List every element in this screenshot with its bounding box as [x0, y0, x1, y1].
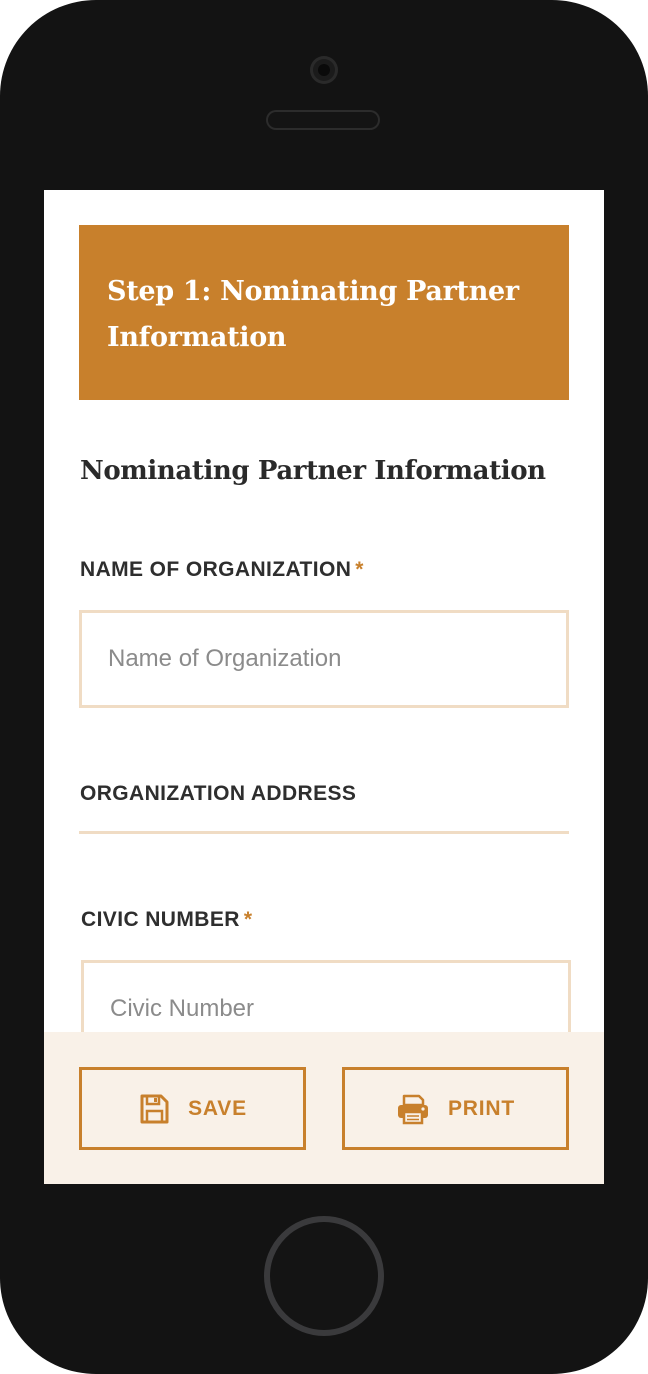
- floppy-disk-icon: [138, 1093, 170, 1125]
- form-action-bar: SAVE PRINT: [44, 1032, 604, 1184]
- phone-frame: Step 1: Nominating Partner Information N…: [0, 0, 648, 1374]
- organization-name-input[interactable]: [79, 610, 569, 708]
- civic-number-label-text: CIVIC NUMBER: [81, 908, 240, 931]
- phone-screen: Step 1: Nominating Partner Information N…: [44, 190, 604, 1184]
- organization-name-label: NAME OF ORGANIZATION *: [80, 558, 364, 582]
- home-button[interactable]: [264, 1216, 384, 1336]
- organization-address-label-text: ORGANIZATION ADDRESS: [80, 782, 357, 805]
- save-button[interactable]: SAVE: [79, 1067, 306, 1150]
- printer-icon: [396, 1093, 430, 1125]
- section-heading: Nominating Partner Information: [80, 456, 546, 486]
- address-divider: [79, 831, 569, 834]
- print-button[interactable]: PRINT: [342, 1067, 569, 1150]
- civic-number-label: CIVIC NUMBER *: [81, 908, 252, 932]
- organization-address-label: ORGANIZATION ADDRESS: [80, 782, 356, 806]
- step-banner: Step 1: Nominating Partner Information: [79, 225, 569, 400]
- required-marker: *: [355, 558, 364, 581]
- print-button-label: PRINT: [448, 1096, 515, 1120]
- organization-name-label-text: NAME OF ORGANIZATION: [80, 558, 352, 581]
- front-camera: [310, 56, 338, 84]
- required-marker: *: [243, 908, 253, 931]
- save-button-label: SAVE: [188, 1096, 247, 1120]
- step-title: Step 1: Nominating Partner Information: [107, 276, 519, 353]
- earpiece-speaker: [266, 110, 380, 130]
